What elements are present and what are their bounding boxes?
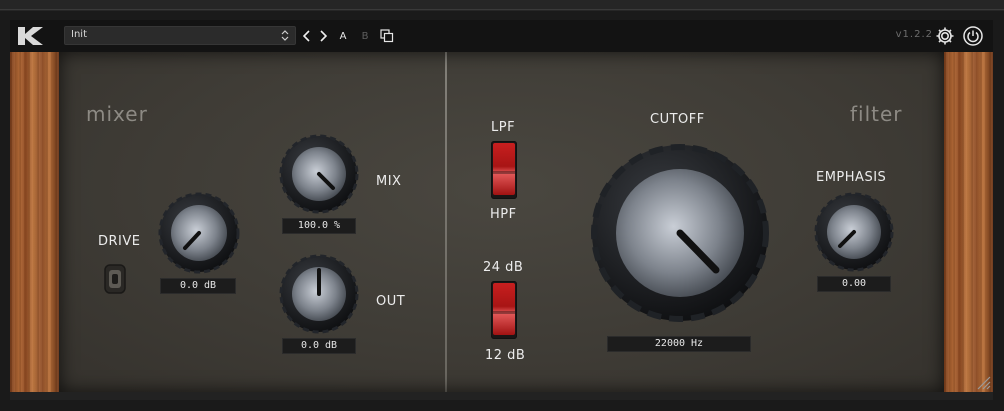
- sidechain-jack-icon[interactable]: [104, 264, 126, 294]
- ab-a-label: A: [339, 30, 347, 42]
- preset-name: Init: [71, 29, 87, 40]
- emphasis-knob[interactable]: [814, 192, 894, 272]
- emphasis-label: EMPHASIS: [816, 170, 887, 185]
- gear-icon[interactable]: [934, 25, 956, 47]
- chevron-right-icon: [320, 30, 327, 42]
- filter-section-title: filter: [850, 102, 903, 126]
- mixer-section-title: mixer: [86, 102, 148, 126]
- preset-dropdown-icon: [281, 30, 289, 41]
- emphasis-value-readout[interactable]: 0.00: [817, 276, 891, 292]
- window-bottom-frame: [10, 392, 993, 400]
- cutoff-value-readout[interactable]: 22000 Hz: [607, 336, 751, 352]
- ab-compare-b-button[interactable]: B: [358, 26, 372, 46]
- preset-selector[interactable]: Init: [64, 26, 296, 45]
- previous-preset-button[interactable]: [300, 26, 314, 46]
- wood-side-panel-right: [944, 52, 993, 392]
- copy-icon: [380, 29, 394, 43]
- out-label: OUT: [376, 294, 406, 309]
- ab-b-label: B: [361, 30, 369, 42]
- cutoff-knob[interactable]: [589, 142, 771, 324]
- hpf-label: HPF: [490, 207, 517, 222]
- resize-grip-icon[interactable]: [975, 374, 991, 390]
- copy-settings-button[interactable]: [378, 26, 396, 46]
- power-icon[interactable]: [962, 25, 984, 47]
- wood-side-panel-left: [10, 52, 59, 392]
- mix-label: MIX: [376, 174, 402, 189]
- drive-value-readout[interactable]: 0.0 dB: [160, 278, 236, 294]
- brand-logo-icon: [18, 27, 43, 45]
- slope-12db-label: 12 dB: [485, 348, 526, 363]
- plugin-panel: mixer DRIVE 0.0 dB 100.0 % MIX 0.0 dB OU…: [59, 52, 944, 392]
- ab-compare-a-button[interactable]: A: [336, 26, 350, 46]
- drive-label: DRIVE: [98, 234, 141, 249]
- chevron-left-icon: [303, 30, 310, 42]
- mix-value-readout[interactable]: 100.0 %: [282, 218, 356, 234]
- drive-knob[interactable]: [158, 192, 240, 274]
- window-top-frame: [0, 0, 1004, 11]
- filter-type-switch[interactable]: [491, 141, 517, 199]
- out-value-readout[interactable]: 0.0 dB: [282, 338, 356, 354]
- lpf-label: LPF: [491, 120, 516, 135]
- cutoff-label: CUTOFF: [650, 112, 705, 127]
- section-divider: [445, 52, 447, 392]
- next-preset-button[interactable]: [316, 26, 330, 46]
- slope-24db-label: 24 dB: [483, 260, 524, 275]
- version-label: v1.2.2: [895, 29, 933, 40]
- filter-slope-switch[interactable]: [491, 281, 517, 339]
- mix-knob[interactable]: [279, 134, 359, 214]
- out-knob[interactable]: [279, 254, 359, 334]
- plugin-toolbar: Init A B v1.2.2: [10, 20, 993, 52]
